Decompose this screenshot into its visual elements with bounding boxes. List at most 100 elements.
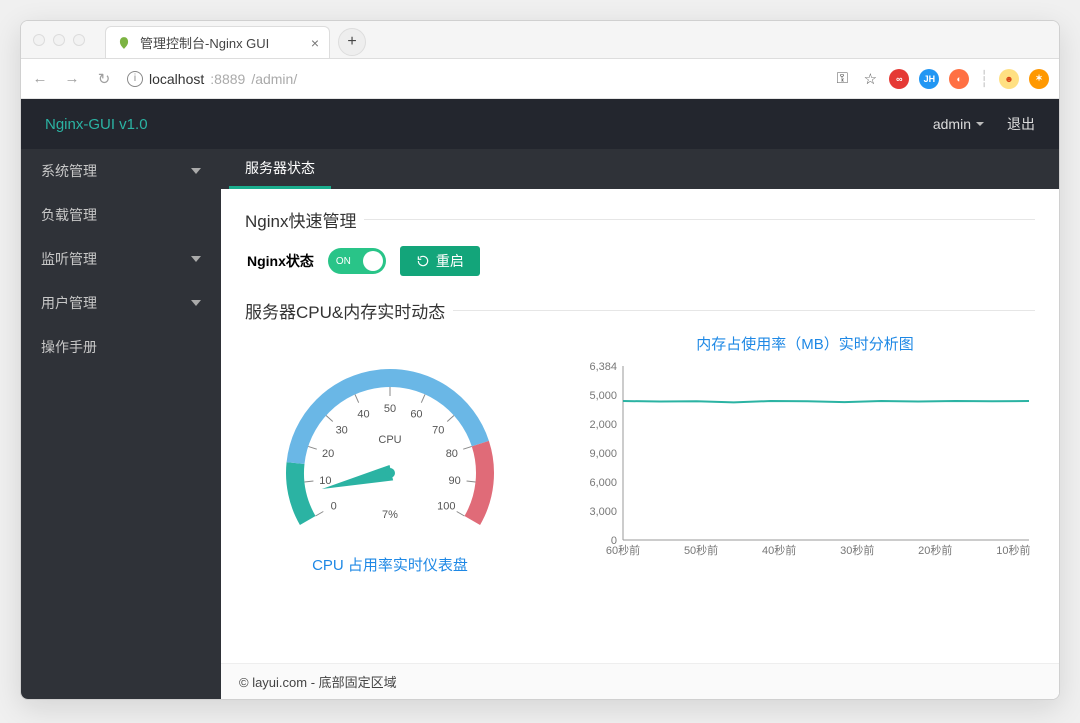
sidebar-item-manual[interactable]: 操作手册 <box>21 325 221 369</box>
site-info-icon[interactable]: i <box>127 71 143 87</box>
status-switch[interactable]: ON <box>328 248 386 274</box>
chevron-down-icon <box>191 168 201 174</box>
sidebar-item-label: 监听管理 <box>41 249 97 269</box>
svg-text:50秒前: 50秒前 <box>684 543 718 557</box>
svg-text:2,000: 2,000 <box>589 419 617 431</box>
svg-text:90: 90 <box>449 475 461 487</box>
content-tabs: 服务器状态 <box>221 149 1059 189</box>
user-name: admin <box>933 116 971 132</box>
url-port: :8889 <box>210 71 245 87</box>
browser-tab[interactable]: 管理控制台-Nginx GUI × <box>105 26 330 58</box>
brand: Nginx-GUI v1.0 <box>45 116 148 133</box>
svg-text:60秒前: 60秒前 <box>606 543 640 557</box>
svg-text:50: 50 <box>384 403 396 415</box>
ext-icon-4[interactable]: ☻ <box>999 69 1019 89</box>
chevron-down-icon <box>975 119 985 129</box>
svg-text:40: 40 <box>357 409 369 421</box>
svg-text:9,000: 9,000 <box>589 448 617 460</box>
browser-window: 管理控制台-Nginx GUI × + ← → ↻ i localhost :88… <box>20 20 1060 700</box>
new-tab-button[interactable]: + <box>338 28 366 56</box>
ext-icon-3[interactable]: ◐ <box>949 69 969 89</box>
sidebar-item-listen[interactable]: 监听管理 <box>21 237 221 281</box>
status-label: Nginx状态 <box>247 251 314 271</box>
restart-label: 重启 <box>436 251 464 271</box>
svg-text:30秒前: 30秒前 <box>840 543 874 557</box>
back-icon[interactable]: ← <box>31 70 49 87</box>
gauge-title: CPU 占用率实时仪表盘 <box>245 554 535 575</box>
nginx-status-row: Nginx状态 ON 重启 <box>245 232 1035 280</box>
footer: © layui.com - 底部固定区域 <box>221 663 1059 699</box>
gauge-svg: 0102030405060708090100CPU7% <box>260 333 520 543</box>
minimize-dot[interactable] <box>53 34 65 46</box>
ext-icon-1[interactable]: ∞ <box>889 69 909 89</box>
section-quick-manage: Nginx快速管理 Nginx状态 ON 重启 <box>245 207 1035 280</box>
svg-text:0: 0 <box>331 501 337 513</box>
tab-title: 管理控制台-Nginx GUI <box>140 33 269 52</box>
svg-text:7%: 7% <box>382 509 398 521</box>
footer-text: © layui.com - 底部固定区域 <box>239 672 397 691</box>
cpu-gauge: 0102030405060708090100CPU7% CPU 占用率实时仪表盘 <box>245 333 535 575</box>
sidebar-item-label: 用户管理 <box>41 293 97 313</box>
url-path: /admin/ <box>251 71 297 87</box>
ext-separator: ┆ <box>979 69 989 89</box>
logout-link[interactable]: 退出 <box>1007 114 1035 134</box>
svg-text:5,000: 5,000 <box>589 390 617 402</box>
charts-row: 0102030405060708090100CPU7% CPU 占用率实时仪表盘… <box>245 323 1035 575</box>
memory-chart: 内存占使用率（MB）实时分析图 6,384 5,000 2,000 9,000 6,00… <box>575 333 1035 575</box>
zoom-dot[interactable] <box>73 34 85 46</box>
section-title: Nginx快速管理 <box>245 207 364 232</box>
topbar-right: admin 退出 <box>933 114 1035 134</box>
sidebar-item-load[interactable]: 负载管理 <box>21 193 221 237</box>
user-menu[interactable]: admin <box>933 116 985 132</box>
key-icon[interactable]: ⚿ <box>833 70 851 87</box>
svg-text:100: 100 <box>437 501 455 513</box>
sidebar-item-system[interactable]: 系统管理 <box>21 149 221 193</box>
url-host: localhost <box>149 71 204 87</box>
svg-text:40秒前: 40秒前 <box>762 543 796 557</box>
tab-label: 服务器状态 <box>245 158 315 178</box>
svg-text:10: 10 <box>319 475 331 487</box>
app-body: 系统管理 负载管理 监听管理 用户管理 操作手册 服务器状态 Nginx快速管理… <box>21 149 1059 699</box>
restart-button[interactable]: 重启 <box>400 246 480 276</box>
address-bar[interactable]: i localhost :8889/admin/ <box>127 71 819 87</box>
forward-icon[interactable]: → <box>63 70 81 87</box>
titlebar: 管理控制台-Nginx GUI × + <box>21 21 1059 59</box>
sidebar-item-label: 系统管理 <box>41 161 97 181</box>
svg-text:6,384: 6,384 <box>589 361 617 373</box>
svg-text:60: 60 <box>410 409 422 421</box>
svg-text:6,000: 6,000 <box>589 477 617 489</box>
line-chart-svg: 6,3845,0002,0009,0006,0003,000060秒前50秒前4… <box>575 360 1035 560</box>
reload-icon[interactable]: ↻ <box>95 70 113 88</box>
svg-text:CPU: CPU <box>378 434 401 446</box>
close-dot[interactable] <box>33 34 45 46</box>
content: Nginx快速管理 Nginx状态 ON 重启 服务器CPU&内存实时动态 <box>221 189 1059 663</box>
toolbar-right: ⚿ ☆ ∞ JH ◐ ┆ ☻ ✶ <box>833 69 1049 89</box>
tab-server-status[interactable]: 服务器状态 <box>229 149 331 189</box>
sidebar-item-label: 负载管理 <box>41 205 97 225</box>
refresh-icon <box>416 254 430 268</box>
window-controls <box>33 34 105 58</box>
line-title: 内存占使用率（MB）实时分析图 <box>575 333 1035 354</box>
main: 服务器状态 Nginx快速管理 Nginx状态 ON 重启 <box>221 149 1059 699</box>
svg-text:80: 80 <box>446 448 458 460</box>
close-tab-icon[interactable]: × <box>311 35 319 51</box>
ext-icon-5[interactable]: ✶ <box>1029 69 1049 89</box>
favicon <box>116 35 132 51</box>
chevron-down-icon <box>191 300 201 306</box>
section-realtime: 服务器CPU&内存实时动态 0102030405060708090100CPU7… <box>245 298 1035 575</box>
switch-text: ON <box>336 256 351 267</box>
svg-text:20秒前: 20秒前 <box>918 543 952 557</box>
chevron-down-icon <box>191 256 201 262</box>
svg-text:20: 20 <box>322 448 334 460</box>
sidebar: 系统管理 负载管理 监听管理 用户管理 操作手册 <box>21 149 221 699</box>
sidebar-item-label: 操作手册 <box>41 337 97 357</box>
svg-text:30: 30 <box>336 425 348 437</box>
sidebar-item-user[interactable]: 用户管理 <box>21 281 221 325</box>
ext-icon-2[interactable]: JH <box>919 69 939 89</box>
svg-text:10秒前: 10秒前 <box>996 543 1030 557</box>
star-icon[interactable]: ☆ <box>861 70 879 88</box>
app-topbar: Nginx-GUI v1.0 admin 退出 <box>21 99 1059 149</box>
svg-text:3,000: 3,000 <box>589 506 617 518</box>
svg-text:70: 70 <box>432 425 444 437</box>
browser-toolbar: ← → ↻ i localhost :8889/admin/ ⚿ ☆ ∞ JH ◐… <box>21 59 1059 99</box>
